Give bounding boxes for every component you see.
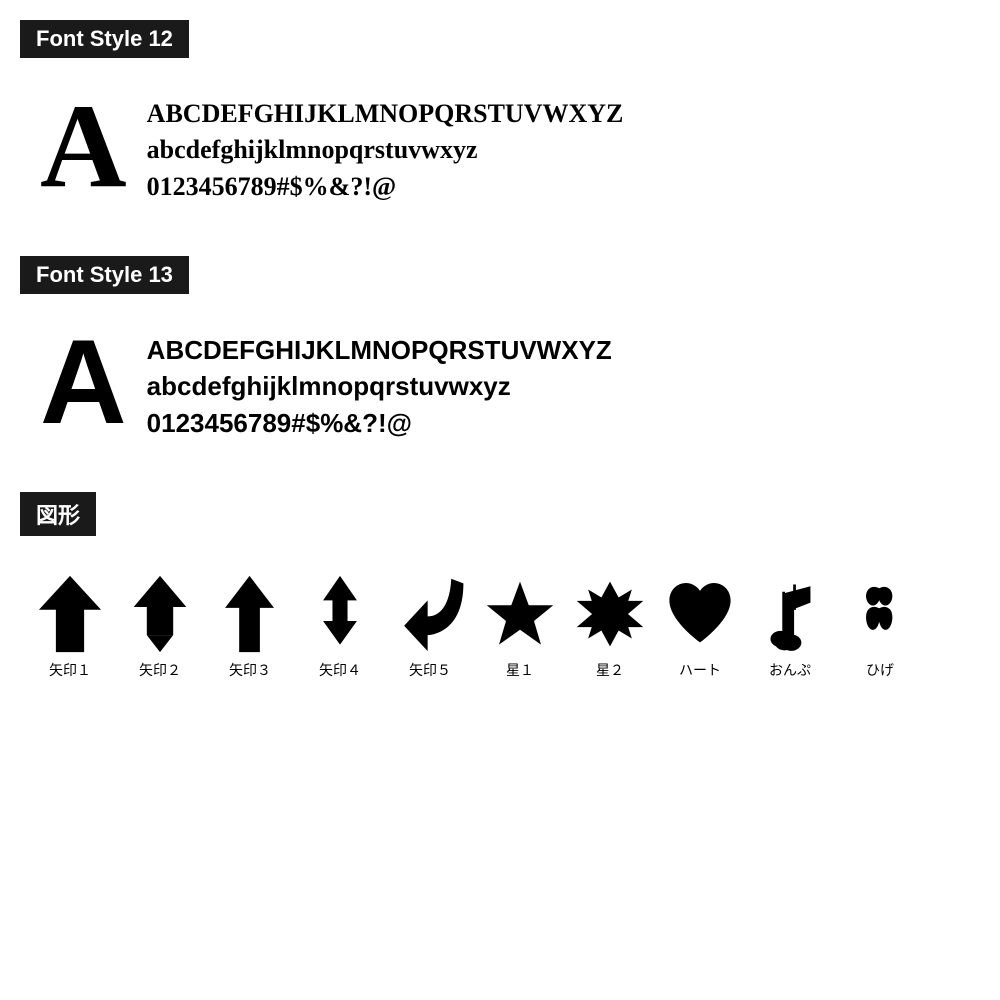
heart-label: ハート [679,660,721,680]
font-style-12-demo: A ABCDEFGHIJKLMNOPQRSTUVWXYZ abcdefghijk… [20,76,980,226]
font-style-12-row-2: abcdefghijklmnopqrstuvwxyz [147,132,624,168]
star6-label: 星２ [596,660,624,680]
music-label: おんぷ [769,660,811,680]
font-style-13-section: Font Style 13 A ABCDEFGHIJKLMNOPQRSTUVWX… [20,256,980,462]
arrow1-icon [35,574,105,654]
font-style-12-section: Font Style 12 A ABCDEFGHIJKLMNOPQRSTUVWX… [20,20,980,226]
arrow3-icon [215,574,285,654]
shape-heart: ハート [660,574,740,680]
heart-icon [665,574,735,654]
font-style-13-header: Font Style 13 [20,256,189,294]
star6-icon [575,574,645,654]
hige-icon [860,574,900,654]
font-style-12-row-3: 0123456789#$%&?!@ [147,169,624,205]
font-style-13-row-3: 0123456789#$%&?!@ [147,405,612,441]
shape-hige: ひげ [840,574,920,680]
font-style-13-demo: A ABCDEFGHIJKLMNOPQRSTUVWXYZ abcdefghijk… [20,312,980,462]
music-icon [765,574,815,654]
font-style-12-char-rows: ABCDEFGHIJKLMNOPQRSTUVWXYZ abcdefghijklm… [147,86,624,205]
shape-arrow3: 矢印３ [210,574,290,680]
font-style-13-row-1: ABCDEFGHIJKLMNOPQRSTUVWXYZ [147,332,612,368]
arrow3-label: 矢印３ [229,660,271,680]
shape-arrow1: 矢印１ [30,574,110,680]
font-style-13-row-2: abcdefghijklmnopqrstuvwxyz [147,368,612,404]
font-style-12-header: Font Style 12 [20,20,189,58]
hige-label: ひげ [866,660,894,680]
shapes-grid: 矢印１ 矢印２ 矢印３ 矢印４ [20,554,980,690]
font-style-12-row-1: ABCDEFGHIJKLMNOPQRSTUVWXYZ [147,96,624,132]
arrow2-icon [125,574,195,654]
shape-arrow2: 矢印２ [120,574,200,680]
arrow2-label: 矢印２ [139,660,181,680]
shape-star6: 星２ [570,574,650,680]
font-style-13-big-letter: A [40,322,127,442]
star5-icon [485,574,555,654]
arrow1-label: 矢印１ [49,660,91,680]
shape-star5: 星１ [480,574,560,680]
font-style-12-big-letter: A [40,86,127,206]
arrow5-label: 矢印５ [409,660,451,680]
font-style-13-char-rows: ABCDEFGHIJKLMNOPQRSTUVWXYZ abcdefghijklm… [147,322,612,441]
shapes-section: 図形 矢印１ 矢印２ 矢印３ [20,492,980,690]
shape-arrow4: 矢印４ [300,574,380,680]
arrow5-icon [395,574,465,654]
shapes-header: 図形 [20,492,96,536]
arrow4-icon [305,574,375,654]
arrow4-label: 矢印４ [319,660,361,680]
star5-label: 星１ [506,660,534,680]
shape-music: おんぷ [750,574,830,680]
shape-arrow5: 矢印５ [390,574,470,680]
